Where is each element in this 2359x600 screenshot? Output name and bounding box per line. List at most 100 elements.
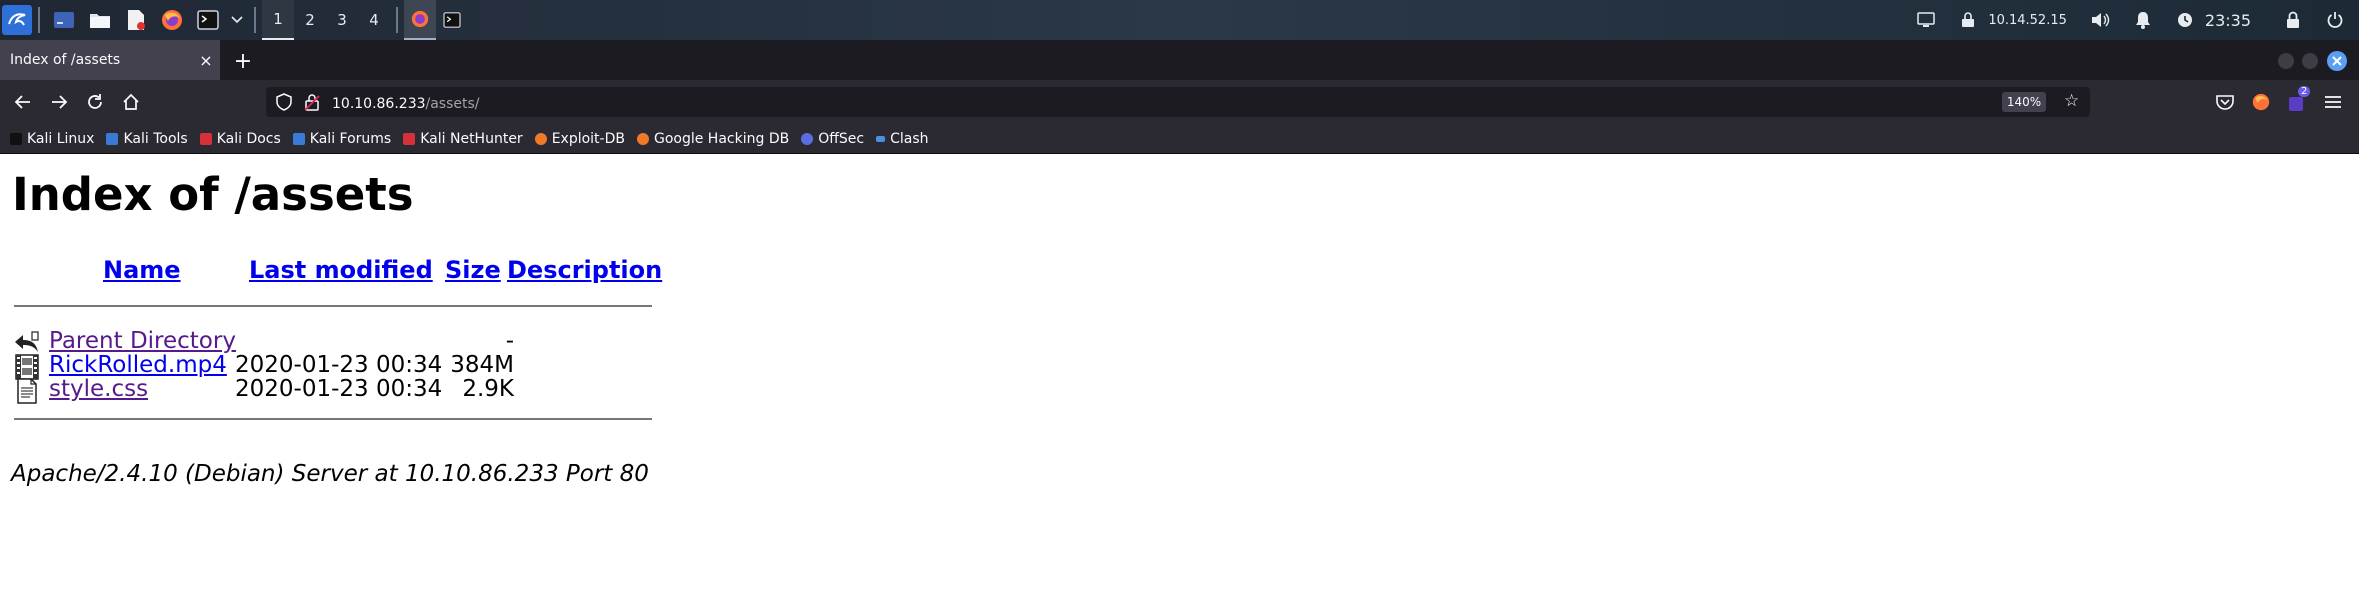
close-tab-icon[interactable]: × — [196, 50, 216, 70]
kali-forums-icon — [292, 132, 305, 145]
file-manager-icon[interactable] — [86, 6, 114, 34]
file-date: 2020-01-23 00:34 — [235, 352, 443, 378]
server-signature: Apache/2.4.10 (Debian) Server at 10.10.8… — [11, 461, 649, 487]
taskbar-terminal[interactable] — [436, 0, 468, 40]
pocket-button[interactable] — [2212, 90, 2238, 114]
file-link-parent-directory[interactable]: Parent Directory — [49, 328, 236, 354]
column-header-description[interactable]: Description — [507, 256, 662, 284]
extension-badge: 2 — [2298, 86, 2311, 97]
kali-dragon-icon — [10, 132, 22, 145]
panel-separator — [254, 7, 256, 33]
bookmark-star-icon[interactable]: ☆ — [2064, 91, 2079, 111]
bookmarks-toolbar: Kali Linux Kali Tools Kali Docs Kali For… — [0, 124, 2359, 154]
bookmark-label: Kali Docs — [216, 130, 281, 147]
reload-button[interactable] — [82, 90, 108, 114]
monitor-icon[interactable] — [1914, 8, 1938, 32]
firefox-icon[interactable] — [158, 6, 186, 34]
bookmark-kali-forums[interactable]: Kali Forums — [292, 130, 392, 147]
new-tab-button[interactable]: + — [230, 48, 256, 74]
forward-button[interactable] — [46, 90, 72, 114]
tab-index-of-assets[interactable]: Index of /assets × — [0, 40, 220, 80]
close-icon — [2332, 56, 2342, 66]
column-header-last-modified[interactable]: Last modified — [249, 256, 433, 284]
bookmark-exploit-db[interactable]: Exploit-DB — [534, 130, 625, 147]
file-size: 2.9K — [462, 376, 514, 402]
power-icon[interactable] — [2323, 8, 2347, 32]
bookmark-kali-tools[interactable]: Kali Tools — [106, 130, 188, 147]
chevron-down-icon[interactable] — [230, 6, 244, 34]
kali-menu-icon[interactable] — [2, 5, 32, 35]
firefox-icon — [2252, 93, 2270, 111]
menu-button[interactable] — [2320, 90, 2346, 114]
insecure-lock-icon[interactable] — [304, 93, 320, 111]
forward-arrow-icon — [52, 95, 68, 109]
column-header-name[interactable]: Name — [103, 256, 181, 284]
bookmark-kali-docs[interactable]: Kali Docs — [199, 130, 281, 147]
table-row: style.css 2020-01-23 00:34 2.9K — [14, 376, 654, 406]
shield-icon[interactable] — [276, 93, 292, 111]
navigation-toolbar: 10.10.86.233/assets/ 140% ☆ 2 — [0, 80, 2359, 124]
page-content: Index of /assets Name Last modified Size… — [0, 154, 2359, 600]
firefox-account-button[interactable] — [2248, 90, 2274, 114]
ghdb-icon — [636, 132, 649, 145]
text-file-icon — [14, 378, 40, 404]
volume-icon[interactable] — [2089, 8, 2113, 32]
bookmark-label: Google Hacking DB — [653, 130, 790, 147]
extensions-button[interactable]: 2 — [2284, 86, 2311, 114]
taskbar-firefox[interactable] — [404, 0, 436, 40]
column-header-size[interactable]: Size — [445, 256, 501, 284]
workspace-3[interactable]: 3 — [326, 0, 358, 40]
workspace-2[interactable]: 2 — [294, 0, 326, 40]
bookmark-google-hacking-db[interactable]: Google Hacking DB — [636, 130, 790, 147]
bookmark-clash[interactable]: Clash — [876, 131, 929, 147]
pocket-icon — [2216, 95, 2234, 110]
page-title: Index of /assets — [12, 168, 414, 221]
kali-tools-icon — [106, 132, 119, 145]
maximize-window-button[interactable] — [2302, 53, 2318, 69]
file-size: - — [505, 328, 514, 354]
bookmark-kali-linux[interactable]: Kali Linux — [10, 131, 94, 147]
top-panel: 1 2 3 4 10.14.52.15 23:35 — [0, 0, 2359, 40]
back-arrow-icon — [14, 95, 30, 109]
clock-icon — [2173, 8, 2197, 32]
notification-bell-icon[interactable] — [2131, 8, 2155, 32]
divider — [14, 305, 652, 307]
vpn-lock-icon[interactable] — [1956, 8, 1980, 32]
lock-screen-icon[interactable] — [2281, 8, 2305, 32]
bookmark-label: Kali Tools — [123, 130, 188, 147]
file-link-rickrolled-mp4[interactable]: RickRolled.mp4 — [49, 352, 227, 378]
bookmark-kali-nethunter[interactable]: Kali NetHunter — [403, 130, 523, 147]
home-button[interactable] — [118, 90, 144, 114]
file-link-style-css[interactable]: style.css — [49, 376, 148, 402]
vpn-ip-address: 10.14.52.15 — [1988, 12, 2067, 28]
tab-title: Index of /assets — [10, 52, 121, 68]
panel-separator — [38, 7, 40, 33]
back-button[interactable] — [10, 90, 36, 114]
url-host: 10.10.86.233 — [332, 95, 426, 112]
reload-icon — [88, 94, 102, 109]
bookmark-label: Exploit-DB — [551, 130, 625, 147]
bookmark-offsec[interactable]: OffSec — [801, 131, 864, 147]
file-size: 384M — [450, 352, 514, 378]
zoom-level-button[interactable]: 140% — [2002, 92, 2046, 112]
url-text[interactable]: 10.10.86.233/assets/ — [332, 93, 480, 112]
nethunter-icon — [403, 132, 416, 145]
home-icon — [123, 93, 139, 110]
close-window-button[interactable] — [2327, 51, 2347, 71]
show-desktop-icon[interactable] — [50, 6, 78, 34]
workspace-1[interactable]: 1 — [262, 0, 294, 40]
kali-docs-icon — [199, 132, 212, 145]
bookmark-label: Kali Forums — [309, 130, 392, 147]
minimize-window-button[interactable] — [2278, 53, 2294, 69]
text-editor-icon[interactable] — [122, 6, 150, 34]
bookmark-label: Kali NetHunter — [420, 130, 523, 147]
terminal-icon[interactable] — [194, 6, 222, 34]
workspace-4[interactable]: 4 — [358, 0, 390, 40]
clash-icon — [876, 135, 886, 142]
url-bar[interactable]: 10.10.86.233/assets/ 140% ☆ — [266, 87, 2090, 117]
panel-clock[interactable]: 23:35 — [2205, 11, 2251, 30]
offsec-icon — [801, 132, 814, 145]
hamburger-menu-icon — [2325, 96, 2341, 108]
divider — [14, 418, 652, 420]
url-path: /assets/ — [425, 95, 480, 112]
